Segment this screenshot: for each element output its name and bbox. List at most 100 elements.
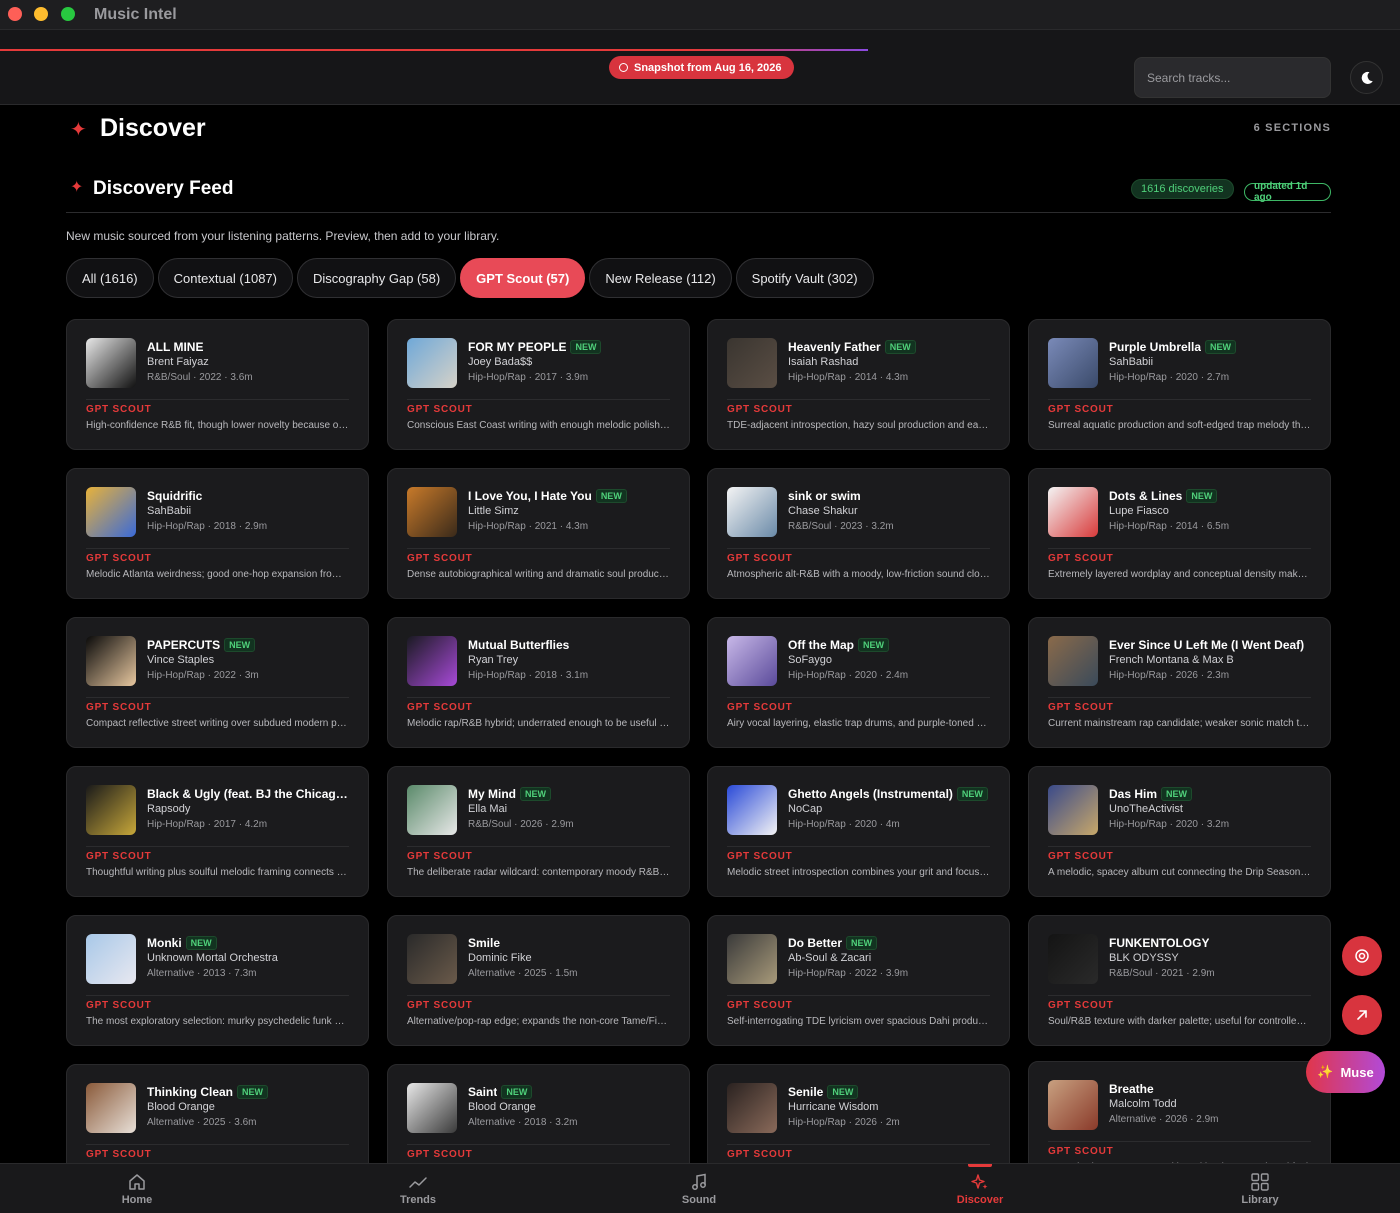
discovery-card[interactable]: Heavenly Father NEW Isaiah Rashad Hip-Hop/R… xyxy=(707,319,1010,450)
tab-new-release[interactable]: New Release (112) xyxy=(589,258,732,298)
discovery-card[interactable]: Ghetto Angels (Instrumental) NEW NoCap Hip-… xyxy=(707,766,1010,897)
discovery-card[interactable]: Thinking Clean NEW Blood Orange Alternative… xyxy=(66,1064,369,1163)
album-art[interactable] xyxy=(86,636,136,686)
discovery-card[interactable]: PAPERCUTS NEW Vince Staples Hip-Hop/Rap · 2… xyxy=(66,617,369,748)
album-art[interactable] xyxy=(407,636,457,686)
source-label: GPT SCOUT xyxy=(1048,1146,1114,1157)
artist-name: Dominic Fike xyxy=(468,952,532,964)
clock-icon xyxy=(619,63,628,72)
new-badge: NEW xyxy=(224,638,256,652)
tab-contextual[interactable]: Contextual (1087) xyxy=(157,258,293,298)
card-divider xyxy=(727,399,990,400)
discovery-card[interactable]: FUNKENTOLOGY BLK ODYSSY R&B/Soul · 2021 · … xyxy=(1028,915,1331,1046)
artist-name: Brent Faiyaz xyxy=(147,356,209,368)
discovery-card[interactable]: Mutual Butterflies Ryan Trey Hip-Hop/Rap ·… xyxy=(387,617,690,748)
nav-sound[interactable]: Sound xyxy=(654,1164,744,1213)
discovery-card[interactable]: ALL MINE Brent Faiyaz R&B/Soul · 2022 · 3.… xyxy=(66,319,369,450)
album-art[interactable] xyxy=(407,934,457,984)
discovery-card[interactable]: Purple Umbrella NEW SahBabii Hip-Hop/Rap · … xyxy=(1028,319,1331,450)
track-title-row: Ever Since U Left Me (I Went Deaf) xyxy=(1109,637,1316,653)
album-art[interactable] xyxy=(1048,785,1098,835)
open-external-button[interactable] xyxy=(1342,995,1382,1035)
minimize-window-button[interactable] xyxy=(34,7,48,21)
track-meta: Hip-Hop/Rap · 2026 · 2.3m xyxy=(1109,670,1230,681)
track-title-row: FUNKENTOLOGY xyxy=(1109,935,1316,951)
artist-name: Ella Mai xyxy=(468,803,508,815)
discovery-card[interactable]: My Mind NEW Ella Mai R&B/Soul · 2026 · 2.9m… xyxy=(387,766,690,897)
nav-library[interactable]: Library xyxy=(1215,1164,1305,1213)
album-art[interactable] xyxy=(1048,338,1098,388)
album-art[interactable] xyxy=(1048,934,1098,984)
theme-toggle-button[interactable] xyxy=(1350,61,1383,94)
track-title: Mutual Butterflies xyxy=(468,638,570,652)
discovery-card[interactable]: Das Him NEW UnoTheActivist Hip-Hop/Rap · 20… xyxy=(1028,766,1331,897)
discovery-card[interactable]: sink or swim Chase Shakur R&B/Soul · 2023 … xyxy=(707,468,1010,599)
search-input[interactable] xyxy=(1134,57,1331,98)
album-art[interactable] xyxy=(86,1083,136,1133)
tab-all[interactable]: All (1616) xyxy=(66,258,154,298)
discovery-card[interactable]: Senile NEW Hurricane Wisdom Hip-Hop/Rap · 2… xyxy=(707,1064,1010,1163)
nav-home[interactable]: Home xyxy=(92,1164,182,1213)
discovery-card[interactable]: Smile Dominic Fike Alternative · 2025 · 1.… xyxy=(387,915,690,1046)
tab-gpt-scout[interactable]: GPT Scout (57) xyxy=(460,258,586,298)
discovery-card[interactable]: Do Better NEW Ab-Soul & Zacari Hip-Hop/Rap … xyxy=(707,915,1010,1046)
album-art[interactable] xyxy=(407,487,457,537)
track-title: Breathe xyxy=(1109,1082,1154,1096)
discovery-card[interactable]: Off the Map NEW SoFaygo Hip-Hop/Rap · 2020 … xyxy=(707,617,1010,748)
nav-trends[interactable]: Trends xyxy=(373,1164,463,1213)
bottom-navigation: Home Trends Sound Discover Library xyxy=(0,1163,1400,1213)
track-info: Purple Umbrella NEW SahBabii Hip-Hop/Rap · … xyxy=(1109,339,1316,383)
discovery-card[interactable]: Breathe Malcolm Todd Alternative · 2026 · … xyxy=(1028,1061,1331,1163)
sections-count: 6 SECTIONS xyxy=(1253,122,1331,134)
artist-name: Ab-Soul & Zacari xyxy=(788,952,872,964)
album-art[interactable] xyxy=(727,1083,777,1133)
recommendation-reason: Soul/R&B texture with darker palette; us… xyxy=(1048,1016,1311,1027)
album-art[interactable] xyxy=(1048,1080,1098,1130)
album-art[interactable] xyxy=(727,338,777,388)
snapshot-badge[interactable]: Snapshot from Aug 16, 2026 xyxy=(609,56,794,79)
album-art[interactable] xyxy=(727,487,777,537)
track-info: Monki NEW Unknown Mortal Orchestra Alternat… xyxy=(147,935,354,979)
album-art[interactable] xyxy=(86,934,136,984)
track-meta: Alternative · 2025 · 3.6m xyxy=(147,1117,257,1128)
window-titlebar: Music Intel xyxy=(0,0,1400,30)
maximize-window-button[interactable] xyxy=(61,7,75,21)
album-art[interactable] xyxy=(86,487,136,537)
muse-button[interactable]: ✨ Muse xyxy=(1306,1051,1385,1093)
album-art[interactable] xyxy=(727,785,777,835)
track-info: Thinking Clean NEW Blood Orange Alternative… xyxy=(147,1084,354,1128)
discovery-card[interactable]: Black & Ugly (feat. BJ the Chicago Kid) R… xyxy=(66,766,369,897)
radar-button[interactable] xyxy=(1342,936,1382,976)
discovery-card[interactable]: Monki NEW Unknown Mortal Orchestra Alternat… xyxy=(66,915,369,1046)
track-info: sink or swim Chase Shakur R&B/Soul · 2023 … xyxy=(788,488,995,532)
discovery-card[interactable]: FOR MY PEOPLE NEW Joey Bada$$ Hip-Hop/Rap ·… xyxy=(387,319,690,450)
tab-spotify-vault[interactable]: Spotify Vault (302) xyxy=(735,258,874,298)
album-art[interactable] xyxy=(1048,487,1098,537)
discovery-card[interactable]: Ever Since U Left Me (I Went Deaf) French… xyxy=(1028,617,1331,748)
album-art[interactable] xyxy=(727,636,777,686)
home-icon xyxy=(129,1173,145,1190)
album-art[interactable] xyxy=(1048,636,1098,686)
album-art[interactable] xyxy=(407,338,457,388)
track-title-row: Saint NEW xyxy=(468,1084,675,1100)
card-divider xyxy=(727,548,990,549)
album-art[interactable] xyxy=(86,338,136,388)
discovery-card[interactable]: Dots & Lines NEW Lupe Fiasco Hip-Hop/Rap · … xyxy=(1028,468,1331,599)
new-badge: NEW xyxy=(595,489,627,503)
tab-discography-gap[interactable]: Discography Gap (58) xyxy=(296,258,457,298)
discovery-card[interactable]: I Love You, I Hate You NEW Little Simz Hip-… xyxy=(387,468,690,599)
album-art[interactable] xyxy=(86,785,136,835)
album-art[interactable] xyxy=(407,785,457,835)
album-art[interactable] xyxy=(727,934,777,984)
artist-name: Blood Orange xyxy=(147,1101,215,1113)
close-window-button[interactable] xyxy=(8,7,22,21)
album-art[interactable] xyxy=(407,1083,457,1133)
source-label: GPT SCOUT xyxy=(727,1000,793,1011)
card-divider xyxy=(407,399,670,400)
discovery-card[interactable]: Squidrific SahBabii Hip-Hop/Rap · 2018 · 2… xyxy=(66,468,369,599)
discovery-card[interactable]: Saint NEW Blood Orange Alternative · 2018 ·… xyxy=(387,1064,690,1163)
artist-name: Vince Staples xyxy=(147,654,215,666)
nav-discover[interactable]: Discover xyxy=(935,1164,1025,1213)
track-title-row: Squidrific xyxy=(147,488,354,504)
card-divider xyxy=(1048,1141,1311,1142)
